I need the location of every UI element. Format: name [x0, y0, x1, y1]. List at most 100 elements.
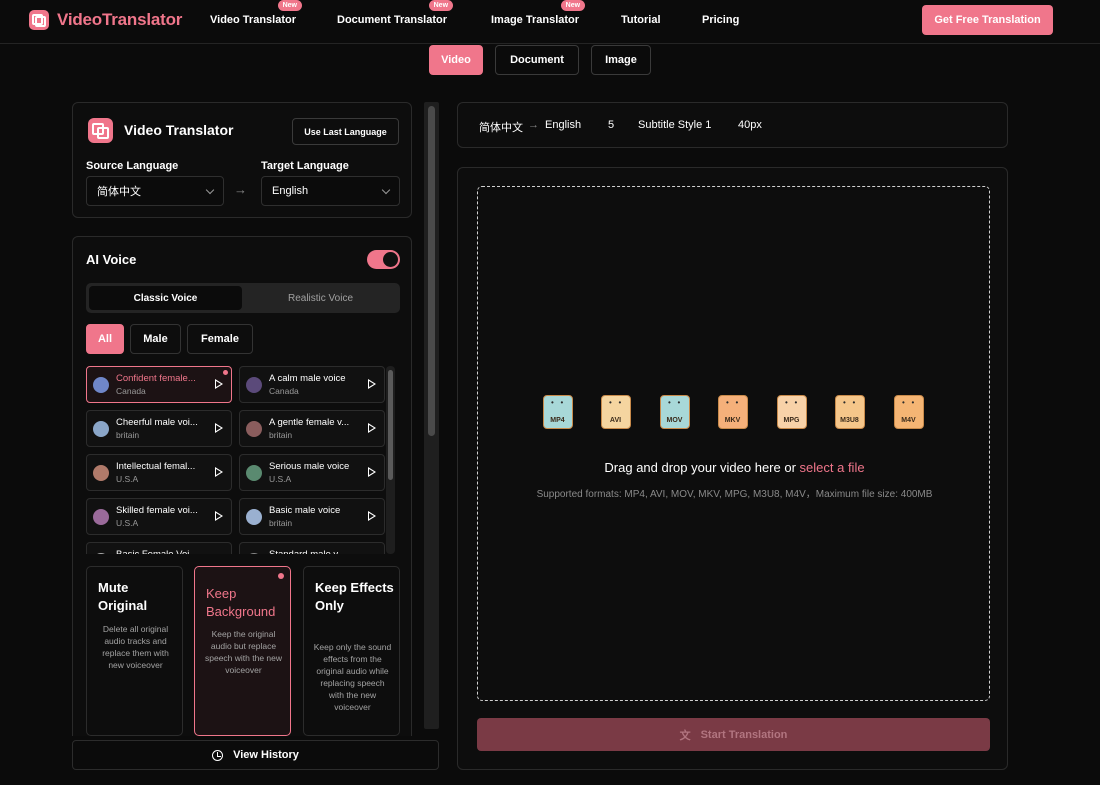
- face-icon: [726, 398, 740, 411]
- option-mute-original[interactable]: Mute Original Delete all original audio …: [86, 566, 183, 736]
- drop-instruction: Drag and drop your video here or select …: [478, 460, 991, 475]
- voice-card[interactable]: Intellectual femal... U.S.A: [86, 454, 232, 491]
- format-m3u8-icon: M3U8: [832, 395, 867, 430]
- target-language-value: English: [272, 185, 309, 197]
- view-history-label: View History: [233, 749, 299, 761]
- filter-female[interactable]: Female: [187, 324, 253, 354]
- voice-name: Basic male voice: [269, 505, 341, 516]
- format-label: MP4: [550, 417, 565, 424]
- realistic-voice-option[interactable]: Realistic Voice: [244, 286, 397, 310]
- get-free-translation-button[interactable]: Get Free Translation: [922, 5, 1053, 35]
- option-keep-effects-only[interactable]: Keep Effects Only Keep only the sound ef…: [303, 566, 400, 736]
- translate-icon: 文: [679, 729, 691, 742]
- translator-card: Video Translator Use Last Language Sourc…: [72, 102, 412, 218]
- filter-all[interactable]: All: [86, 324, 124, 354]
- voice-location: U.S.A: [116, 518, 139, 528]
- voice-name: Serious male voice: [269, 461, 350, 472]
- nav-label: Pricing: [702, 14, 740, 26]
- face-icon: [785, 398, 799, 411]
- classic-voice-option[interactable]: Classic Voice: [89, 286, 242, 310]
- voice-card[interactable]: Basic male voice britain: [239, 498, 385, 535]
- ai-voice-title: AI Voice: [86, 252, 137, 267]
- format-label: MOV: [666, 417, 683, 424]
- use-last-language-button[interactable]: Use Last Language: [292, 118, 399, 145]
- logo[interactable]: VideoTranslator: [29, 10, 182, 30]
- nav-pricing[interactable]: Pricing: [702, 14, 739, 26]
- upload-panel: MP4 AVI MOV MKV MPG M3U8 M4V Drag and drop you…: [457, 167, 1008, 770]
- left-panel-scrollbar[interactable]: [424, 102, 439, 729]
- summary-source-language: 简体中文: [479, 122, 523, 134]
- voice-card[interactable]: A calm male voice Canada: [239, 366, 385, 403]
- translate-icon: [88, 118, 113, 143]
- play-icon[interactable]: [368, 379, 376, 389]
- play-icon[interactable]: [215, 423, 223, 433]
- option-description: Keep only the sound effects from the ori…: [313, 642, 392, 712]
- play-icon[interactable]: [215, 467, 223, 477]
- play-icon[interactable]: [215, 511, 223, 521]
- format-mpg-icon: MPG: [774, 395, 809, 430]
- target-language-select[interactable]: English: [261, 176, 400, 206]
- voice-location: britain: [269, 430, 293, 440]
- start-translation-button[interactable]: 文 Start Translation: [477, 718, 990, 751]
- option-title: Keep Background: [206, 586, 276, 619]
- source-language-select[interactable]: 简体中文: [86, 176, 224, 206]
- source-language-label: Source Language: [86, 160, 179, 172]
- voice-card[interactable]: Serious male voice U.S.A: [239, 454, 385, 491]
- format-label: MKV: [724, 417, 741, 424]
- face-icon: [902, 398, 916, 411]
- format-label: M4V: [901, 417, 916, 424]
- scroll-thumb[interactable]: [388, 370, 393, 480]
- selected-dot: [278, 573, 284, 579]
- ai-voice-toggle[interactable]: [367, 250, 400, 269]
- avatar: [246, 377, 262, 393]
- start-translation-label: Start Translation: [700, 728, 788, 741]
- face-icon: [843, 398, 857, 411]
- voice-location: britain: [269, 518, 293, 528]
- voice-card[interactable]: A gentle female v... britain: [239, 410, 385, 447]
- voice-list: Confident female... Canada A calm male voi…: [86, 366, 406, 554]
- chevron-down-icon: [381, 185, 391, 195]
- avatar: [246, 465, 262, 481]
- play-icon[interactable]: [215, 379, 223, 389]
- play-icon[interactable]: [368, 511, 376, 521]
- nav-tutorial[interactable]: Tutorial: [621, 14, 661, 26]
- format-label: MPG: [783, 417, 800, 424]
- logo-text: VideoTranslator: [57, 10, 183, 29]
- tab-video[interactable]: Video: [429, 45, 483, 75]
- voice-card[interactable]: Standard male v...: [239, 542, 385, 554]
- nav-document-translator[interactable]: Document Translator New: [337, 0, 454, 26]
- arrow-right-icon: →: [528, 119, 539, 131]
- nav-image-translator[interactable]: Image Translator New: [491, 0, 586, 26]
- translate-logo-icon: [29, 10, 49, 30]
- avatar: [246, 509, 262, 525]
- tab-image[interactable]: Image: [591, 45, 651, 75]
- voice-mode-switch: Classic Voice Realistic Voice: [86, 283, 400, 313]
- view-history-button[interactable]: View History: [72, 740, 439, 770]
- new-badge: New: [560, 0, 586, 11]
- tab-document[interactable]: Document: [495, 45, 579, 75]
- format-mov-icon: MOV: [657, 395, 692, 430]
- settings-summary: 简体中文 → English 5 Subtitle Style 1 40px: [457, 102, 1008, 148]
- video-dropzone[interactable]: MP4 AVI MOV MKV MPG M3U8 M4V Drag and drop you…: [477, 186, 990, 701]
- voice-card[interactable]: Basic Female Voi...: [86, 542, 232, 554]
- avatar: [246, 421, 262, 437]
- top-header: VideoTranslator Video Translator New Doc…: [0, 0, 1100, 44]
- filter-male[interactable]: Male: [130, 324, 181, 354]
- supported-formats: Supported formats: MP4, AVI, MOV, MKV, M…: [536, 489, 933, 500]
- voice-card[interactable]: Cheerful male voi... britain: [86, 410, 232, 447]
- voice-location: U.S.A: [269, 474, 292, 484]
- scroll-thumb[interactable]: [428, 106, 435, 436]
- format-label: M3U8: [840, 417, 859, 424]
- format-label: AVI: [609, 417, 622, 424]
- play-icon[interactable]: [368, 467, 376, 477]
- voice-card[interactable]: Skilled female voi... U.S.A: [86, 498, 232, 535]
- select-file-link[interactable]: select a file: [800, 460, 865, 475]
- nav-video-translator[interactable]: Video Translator New: [210, 0, 302, 26]
- voice-card[interactable]: Confident female... Canada: [86, 366, 232, 403]
- voice-list-scrollbar[interactable]: [386, 366, 395, 554]
- voice-name: Basic Female Voi...: [116, 549, 204, 554]
- play-icon[interactable]: [368, 423, 376, 433]
- target-language-label: Target Language: [261, 160, 349, 172]
- nav-label: Tutorial: [621, 14, 661, 26]
- option-keep-background[interactable]: Keep Background Keep the original audio …: [194, 566, 291, 736]
